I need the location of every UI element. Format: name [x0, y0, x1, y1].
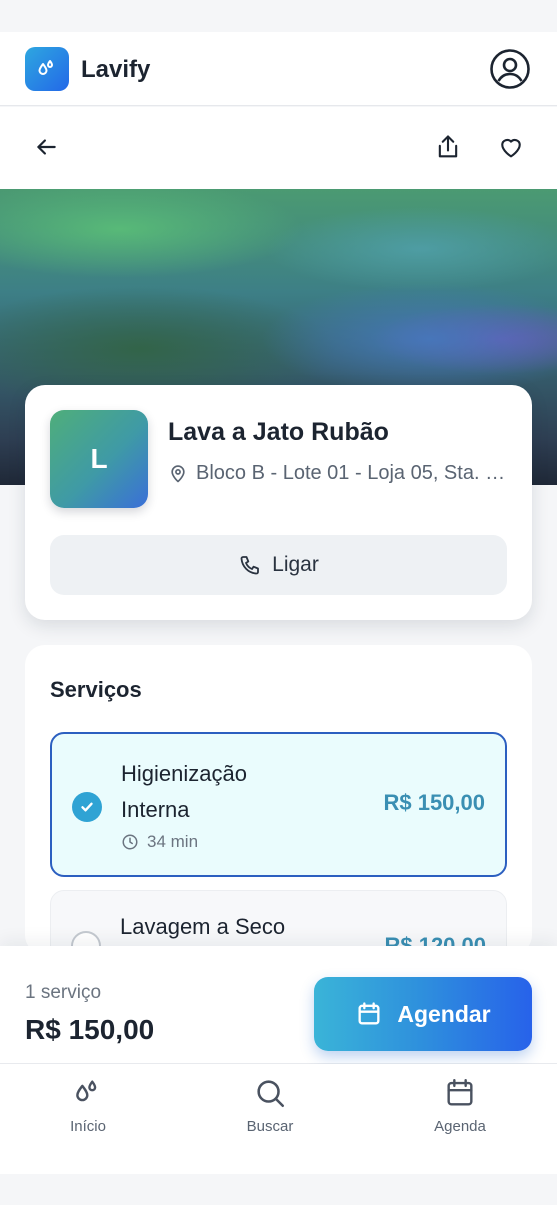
tab-search[interactable]: Buscar: [215, 1076, 325, 1146]
tab-schedule[interactable]: Agenda: [405, 1076, 515, 1146]
shop-name: Lava a Jato Rubão: [168, 418, 389, 446]
tab-label: Início: [70, 1118, 106, 1135]
schedule-button[interactable]: Agendar: [314, 977, 532, 1051]
selected-count: 1 serviço: [25, 982, 102, 1003]
call-label: Ligar: [272, 553, 319, 576]
calendar-icon: [447, 1079, 473, 1106]
service-duration: 34 min: [121, 832, 198, 852]
shop-address: Bloco B - Lote 01 - Loja 05, Sta. Maria: [168, 462, 508, 485]
shop-card: L Lava a Jato Rubão Bloco B - Lote 01 - …: [25, 385, 532, 620]
tab-label: Agenda: [434, 1118, 486, 1135]
schedule-label: Agendar: [397, 1000, 491, 1027]
drops-icon: [38, 60, 53, 75]
app-screen: Lavify L Lava a Jato Rubão Bloco B - Lot…: [0, 0, 557, 1205]
share-icon: [438, 135, 458, 158]
calendar-icon: [358, 1002, 380, 1025]
service-name: Higienização Interna: [121, 761, 247, 822]
check-icon: [72, 792, 102, 822]
drops-icon: [76, 1080, 97, 1102]
heart-icon: [501, 138, 521, 158]
app-name: Lavify: [81, 56, 151, 83]
share-button[interactable]: [430, 129, 466, 165]
phone-icon: [240, 556, 260, 575]
back-button[interactable]: [28, 129, 64, 165]
service-price: R$ 150,00: [383, 790, 485, 815]
service-item-selected[interactable]: Higienização Interna 34 min R$ 150,00: [50, 732, 507, 877]
detail-toolbar: [0, 107, 557, 189]
services-section: Serviços Higienização Interna 34 min R$ …: [25, 645, 532, 955]
tab-label: Buscar: [246, 1118, 294, 1135]
shop-avatar: L: [50, 410, 148, 508]
total-price: R$ 150,00: [25, 1014, 155, 1045]
search-icon: [257, 1080, 285, 1108]
service-name: Lavagem a Seco: [120, 914, 286, 939]
arrow-left-icon: [37, 139, 56, 155]
app-logo: [25, 47, 69, 91]
service-duration-text: 34 min: [147, 832, 199, 851]
tab-home[interactable]: Início: [33, 1076, 143, 1146]
favorite-button[interactable]: [493, 129, 529, 165]
booking-bar: 1 serviço R$ 150,00 Agendar: [0, 946, 557, 1064]
clock-icon: [122, 834, 138, 850]
bottom-tab-bar: Início Buscar Agenda: [0, 1064, 557, 1174]
shop-address-text: Bloco B - Lote 01 - Loja 05, Sta. Maria: [196, 462, 508, 484]
app-header: Lavify: [0, 32, 557, 106]
services-title: Serviços: [50, 677, 142, 702]
shop-initial: L: [90, 443, 108, 474]
profile-button[interactable]: [489, 48, 531, 90]
map-pin-icon: [171, 464, 185, 482]
user-circle-icon: [490, 49, 530, 89]
call-button[interactable]: Ligar: [50, 535, 507, 595]
